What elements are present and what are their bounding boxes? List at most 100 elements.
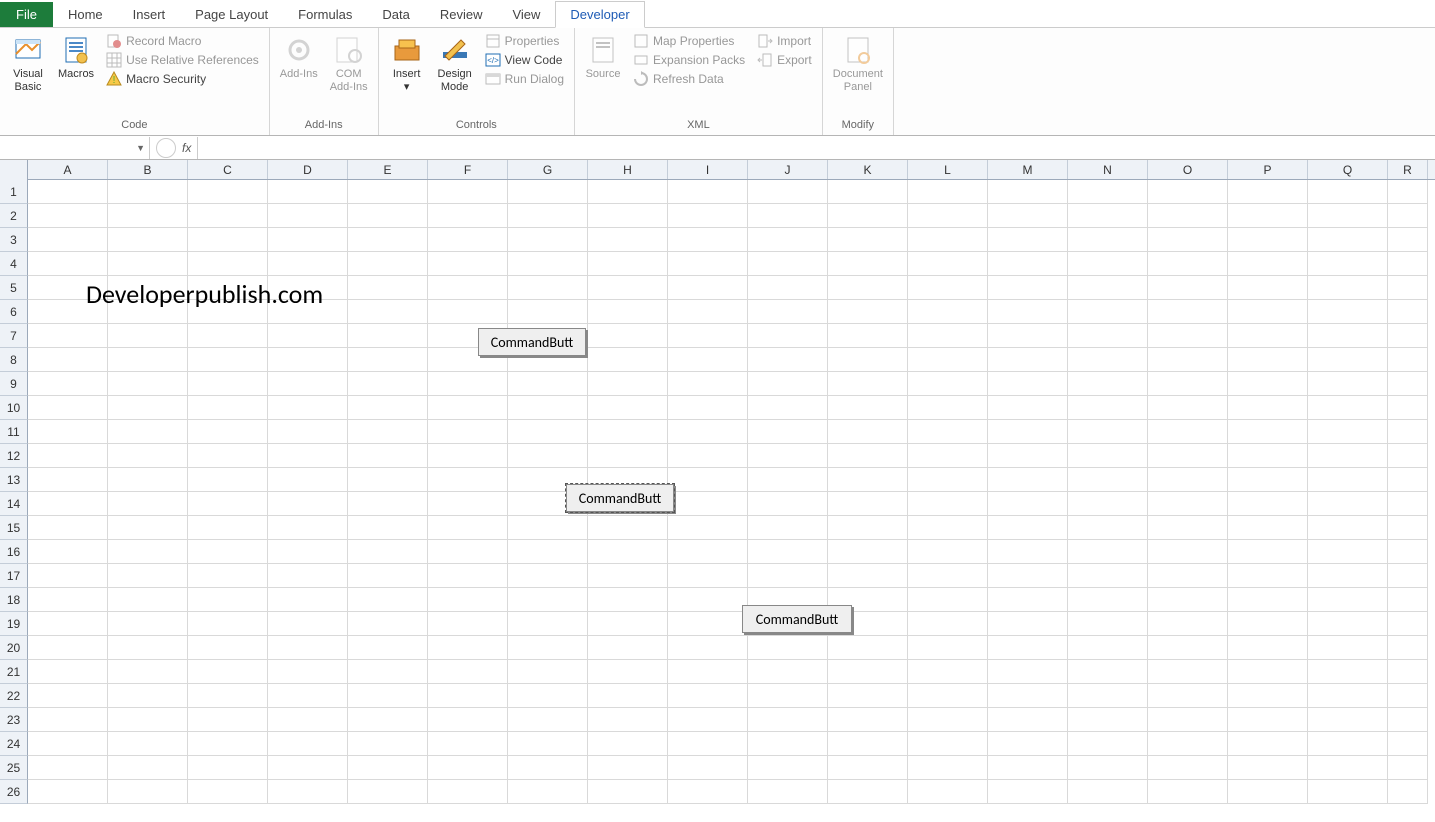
view-code-button[interactable]: </> View Code: [481, 51, 568, 69]
cell[interactable]: [28, 732, 108, 756]
tab-review[interactable]: Review: [425, 1, 498, 27]
cell[interactable]: [588, 540, 668, 564]
cell[interactable]: [188, 228, 268, 252]
cell[interactable]: [1388, 756, 1428, 780]
cell[interactable]: [1388, 204, 1428, 228]
cell[interactable]: [988, 420, 1068, 444]
cell[interactable]: [108, 732, 188, 756]
cell[interactable]: [1388, 348, 1428, 372]
insert-control-button[interactable]: Insert▾: [385, 32, 429, 96]
cell[interactable]: [588, 180, 668, 204]
cell[interactable]: [188, 276, 268, 300]
cell[interactable]: [268, 660, 348, 684]
cell[interactable]: [828, 372, 908, 396]
cell[interactable]: [108, 204, 188, 228]
cell[interactable]: [268, 636, 348, 660]
cell[interactable]: [988, 516, 1068, 540]
cell[interactable]: [1148, 732, 1228, 756]
cell[interactable]: [348, 516, 428, 540]
cell[interactable]: [908, 204, 988, 228]
cell[interactable]: [908, 756, 988, 780]
cell[interactable]: [908, 228, 988, 252]
cell[interactable]: [28, 492, 108, 516]
cell[interactable]: [508, 684, 588, 708]
cell[interactable]: [988, 612, 1068, 636]
cell[interactable]: [1228, 204, 1308, 228]
cell[interactable]: [1148, 300, 1228, 324]
cell[interactable]: [1068, 612, 1148, 636]
cell[interactable]: [828, 492, 908, 516]
tab-home[interactable]: Home: [53, 1, 118, 27]
cell[interactable]: [908, 660, 988, 684]
col-header[interactable]: C: [188, 160, 268, 179]
cell[interactable]: [428, 252, 508, 276]
cell[interactable]: [988, 540, 1068, 564]
tab-data[interactable]: Data: [367, 1, 424, 27]
cell[interactable]: [1148, 492, 1228, 516]
tab-insert[interactable]: Insert: [118, 1, 181, 27]
cell[interactable]: [1308, 300, 1388, 324]
cell[interactable]: [1068, 324, 1148, 348]
cell[interactable]: [588, 348, 668, 372]
cell[interactable]: [668, 228, 748, 252]
cell[interactable]: [348, 636, 428, 660]
cell[interactable]: [428, 420, 508, 444]
cell[interactable]: [908, 636, 988, 660]
row-header[interactable]: 14: [0, 492, 28, 516]
cell[interactable]: [748, 636, 828, 660]
row-header[interactable]: 7: [0, 324, 28, 348]
cell[interactable]: [1148, 252, 1228, 276]
cell[interactable]: [668, 276, 748, 300]
cell[interactable]: [668, 204, 748, 228]
cell[interactable]: [908, 468, 988, 492]
cell[interactable]: [348, 324, 428, 348]
cell[interactable]: [748, 660, 828, 684]
cell[interactable]: [988, 324, 1068, 348]
cell[interactable]: [428, 564, 508, 588]
cell[interactable]: [268, 708, 348, 732]
cell[interactable]: [828, 204, 908, 228]
cell[interactable]: [1388, 468, 1428, 492]
cell[interactable]: [1228, 324, 1308, 348]
tab-page-layout[interactable]: Page Layout: [180, 1, 283, 27]
cell[interactable]: [988, 756, 1068, 780]
row-header[interactable]: 25: [0, 756, 28, 780]
row-header[interactable]: 6: [0, 300, 28, 324]
col-header[interactable]: N: [1068, 160, 1148, 179]
cell[interactable]: [748, 780, 828, 804]
chevron-down-icon[interactable]: ▼: [136, 143, 145, 153]
cell[interactable]: [1388, 540, 1428, 564]
cell[interactable]: [668, 660, 748, 684]
cell[interactable]: [188, 708, 268, 732]
formula-input[interactable]: [197, 137, 1435, 159]
cell[interactable]: [428, 708, 508, 732]
cell[interactable]: [988, 564, 1068, 588]
cell[interactable]: [108, 180, 188, 204]
cell[interactable]: [1068, 372, 1148, 396]
cell[interactable]: [1228, 396, 1308, 420]
cell[interactable]: [268, 324, 348, 348]
cell[interactable]: [588, 684, 668, 708]
cell[interactable]: [828, 420, 908, 444]
cell[interactable]: [1228, 732, 1308, 756]
cell[interactable]: [1068, 564, 1148, 588]
cell[interactable]: [1068, 276, 1148, 300]
cell[interactable]: [28, 660, 108, 684]
cell[interactable]: [748, 228, 828, 252]
cell[interactable]: [348, 372, 428, 396]
cell[interactable]: [1388, 228, 1428, 252]
cell[interactable]: [988, 276, 1068, 300]
macro-security-button[interactable]: ! Macro Security: [102, 70, 263, 88]
row-header[interactable]: 26: [0, 780, 28, 804]
document-panel-button[interactable]: Document Panel: [829, 32, 887, 96]
cell[interactable]: [1388, 396, 1428, 420]
cell[interactable]: [1228, 540, 1308, 564]
com-addins-button[interactable]: COM Add-Ins: [326, 32, 372, 96]
cell[interactable]: [1148, 708, 1228, 732]
cell[interactable]: [28, 564, 108, 588]
import-button[interactable]: Import: [753, 32, 816, 50]
cell[interactable]: [268, 468, 348, 492]
cell[interactable]: [28, 612, 108, 636]
cell[interactable]: [908, 372, 988, 396]
cell[interactable]: [828, 540, 908, 564]
